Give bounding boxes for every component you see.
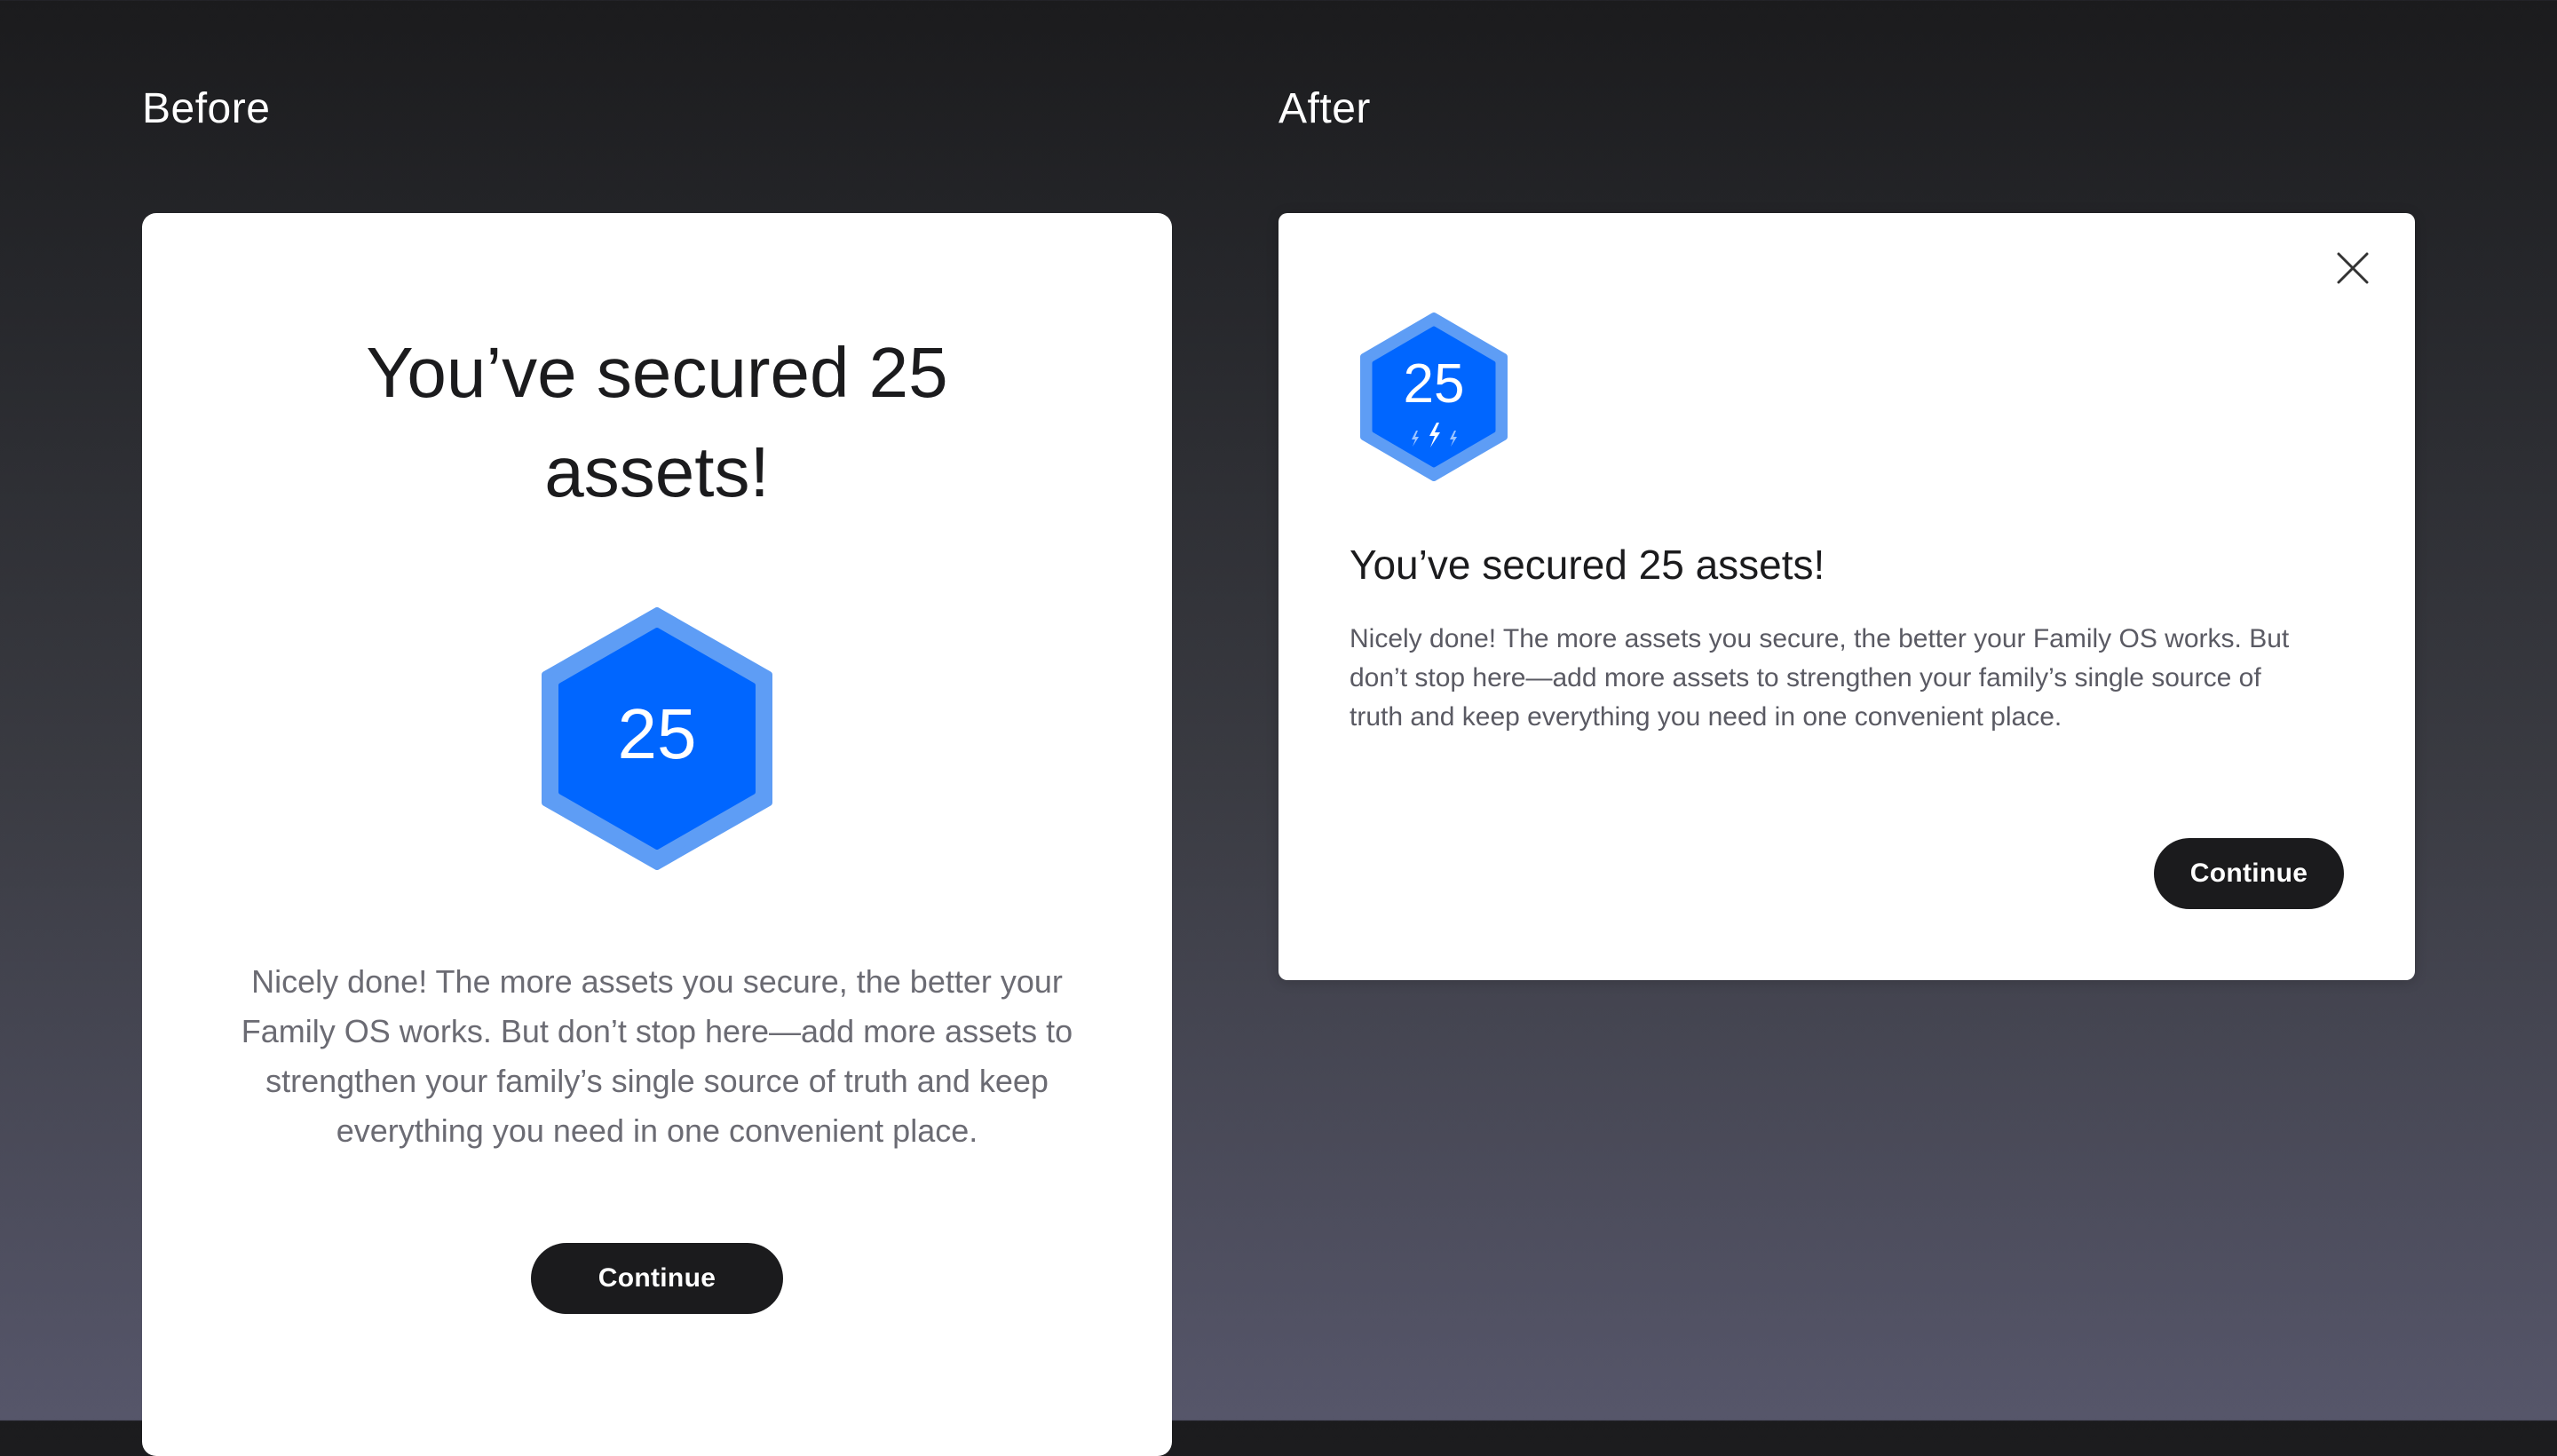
before-modal-title: You’ve secured 25 assets! <box>366 333 948 511</box>
hexagon-badge-icon: 25 <box>540 607 774 870</box>
before-continue-button[interactable]: Continue <box>531 1243 783 1314</box>
before-label: Before <box>142 85 271 132</box>
close-button[interactable] <box>2330 245 2376 291</box>
before-badge-number: 25 <box>618 694 697 773</box>
hexagon-badge-icon: 25 <box>1358 313 1509 481</box>
close-icon <box>2337 252 2369 284</box>
before-modal: You’ve secured 25 assets! 25 Nicely done… <box>142 213 1172 1456</box>
after-modal-body: Nicely done! The more assets you secure,… <box>1350 624 2290 732</box>
after-continue-button[interactable]: Continue <box>2154 838 2344 909</box>
before-modal-body: Nicely done! The more assets you secure,… <box>241 963 1073 1149</box>
after-label: After <box>1278 85 1371 132</box>
after-modal: 25 You’ve secured 25 assets! Nicely done… <box>1278 213 2415 980</box>
after-modal-title: You’ve secured 25 assets! <box>1350 542 1825 588</box>
after-badge-number: 25 <box>1404 353 1465 415</box>
